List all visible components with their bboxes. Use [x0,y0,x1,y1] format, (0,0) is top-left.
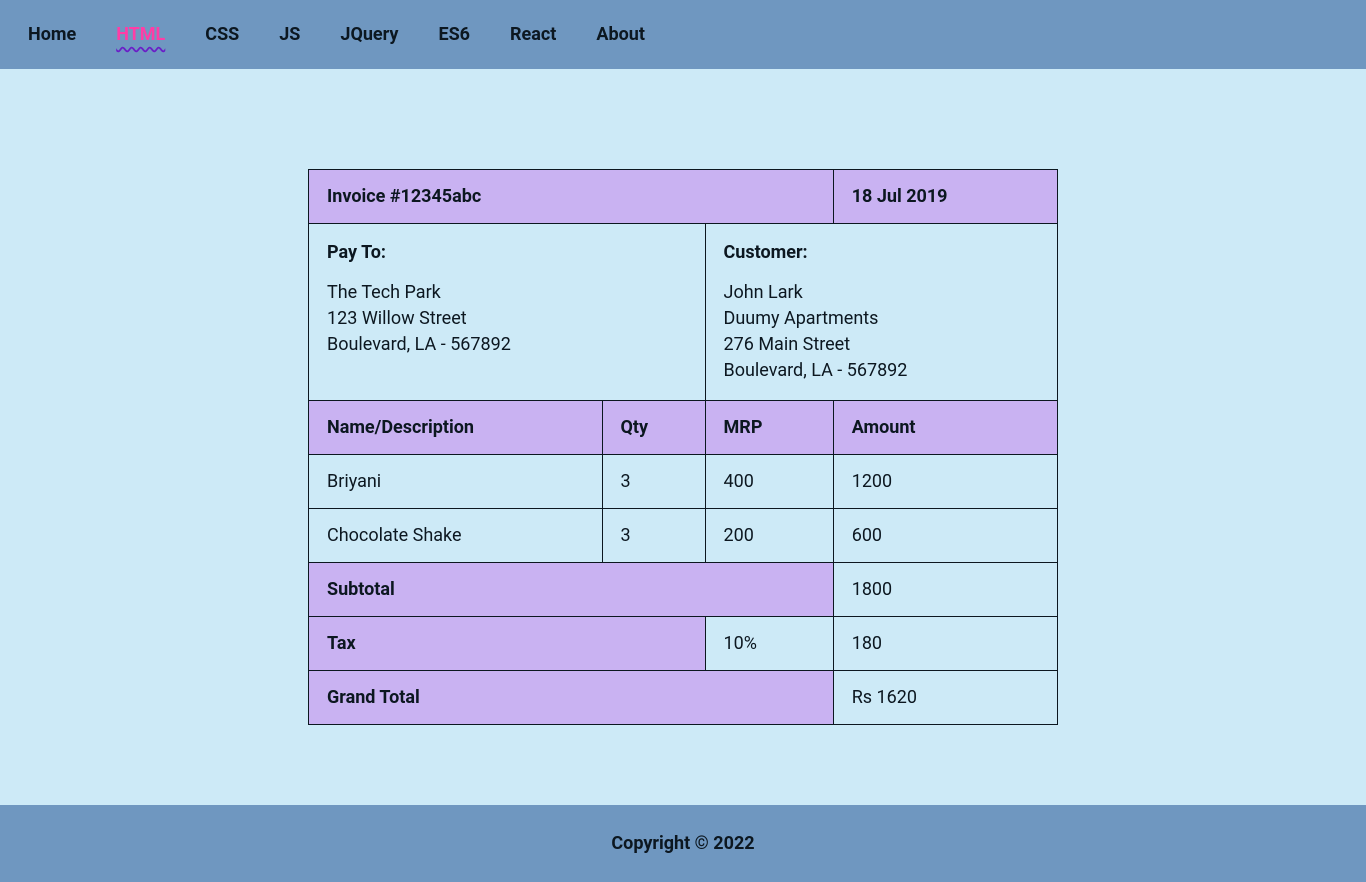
footer-text: Copyright © 2022 [611,833,754,854]
col-amount: Amount [833,401,1057,455]
col-name: Name/Description [309,401,603,455]
nav-item-react[interactable]: React [510,24,556,45]
subtotal-value: 1800 [833,563,1057,617]
invoice-title: Invoice #12345abc [309,170,834,224]
pay-to-block: Pay To: The Tech Park 123 Willow Street … [309,224,706,401]
tax-rate: 10% [705,617,833,671]
grand-total-label: Grand Total [309,671,834,725]
footer: Copyright © 2022 [0,805,1366,882]
item-mrp: 200 [705,509,833,563]
subtotal-label: Subtotal [309,563,834,617]
nav-item-css[interactable]: CSS [205,24,239,45]
main-content: Invoice #12345abc 18 Jul 2019 Pay To: Th… [0,69,1366,805]
customer-lines: John Lark Duumy Apartments 276 Main Stre… [724,282,908,381]
col-mrp: MRP [705,401,833,455]
col-qty: Qty [602,401,705,455]
pay-to-lines: The Tech Park 123 Willow Street Boulevar… [327,282,511,355]
grand-total-value: Rs 1620 [833,671,1057,725]
nav-item-html[interactable]: HTML [116,24,165,45]
line-item: Chocolate Shake 3 200 600 [309,509,1058,563]
item-name: Chocolate Shake [309,509,603,563]
item-amount: 1200 [833,455,1057,509]
item-amount: 600 [833,509,1057,563]
nav-item-home[interactable]: Home [28,24,76,45]
nav-item-jquery[interactable]: JQuery [340,24,398,45]
tax-value: 180 [833,617,1057,671]
item-name: Briyani [309,455,603,509]
invoice-date: 18 Jul 2019 [833,170,1057,224]
nav-item-es6[interactable]: ES6 [438,24,470,45]
pay-to-heading: Pay To: [327,240,687,266]
tax-label: Tax [309,617,706,671]
customer-block: Customer: John Lark Duumy Apartments 276… [705,224,1057,401]
item-mrp: 400 [705,455,833,509]
top-nav: Home HTML CSS JS JQuery ES6 React About [0,0,1366,69]
item-qty: 3 [602,509,705,563]
line-item: Briyani 3 400 1200 [309,455,1058,509]
invoice-table: Invoice #12345abc 18 Jul 2019 Pay To: Th… [308,169,1058,725]
item-qty: 3 [602,455,705,509]
customer-heading: Customer: [724,240,1039,266]
nav-item-about[interactable]: About [596,24,645,45]
nav-item-js[interactable]: JS [279,24,300,45]
